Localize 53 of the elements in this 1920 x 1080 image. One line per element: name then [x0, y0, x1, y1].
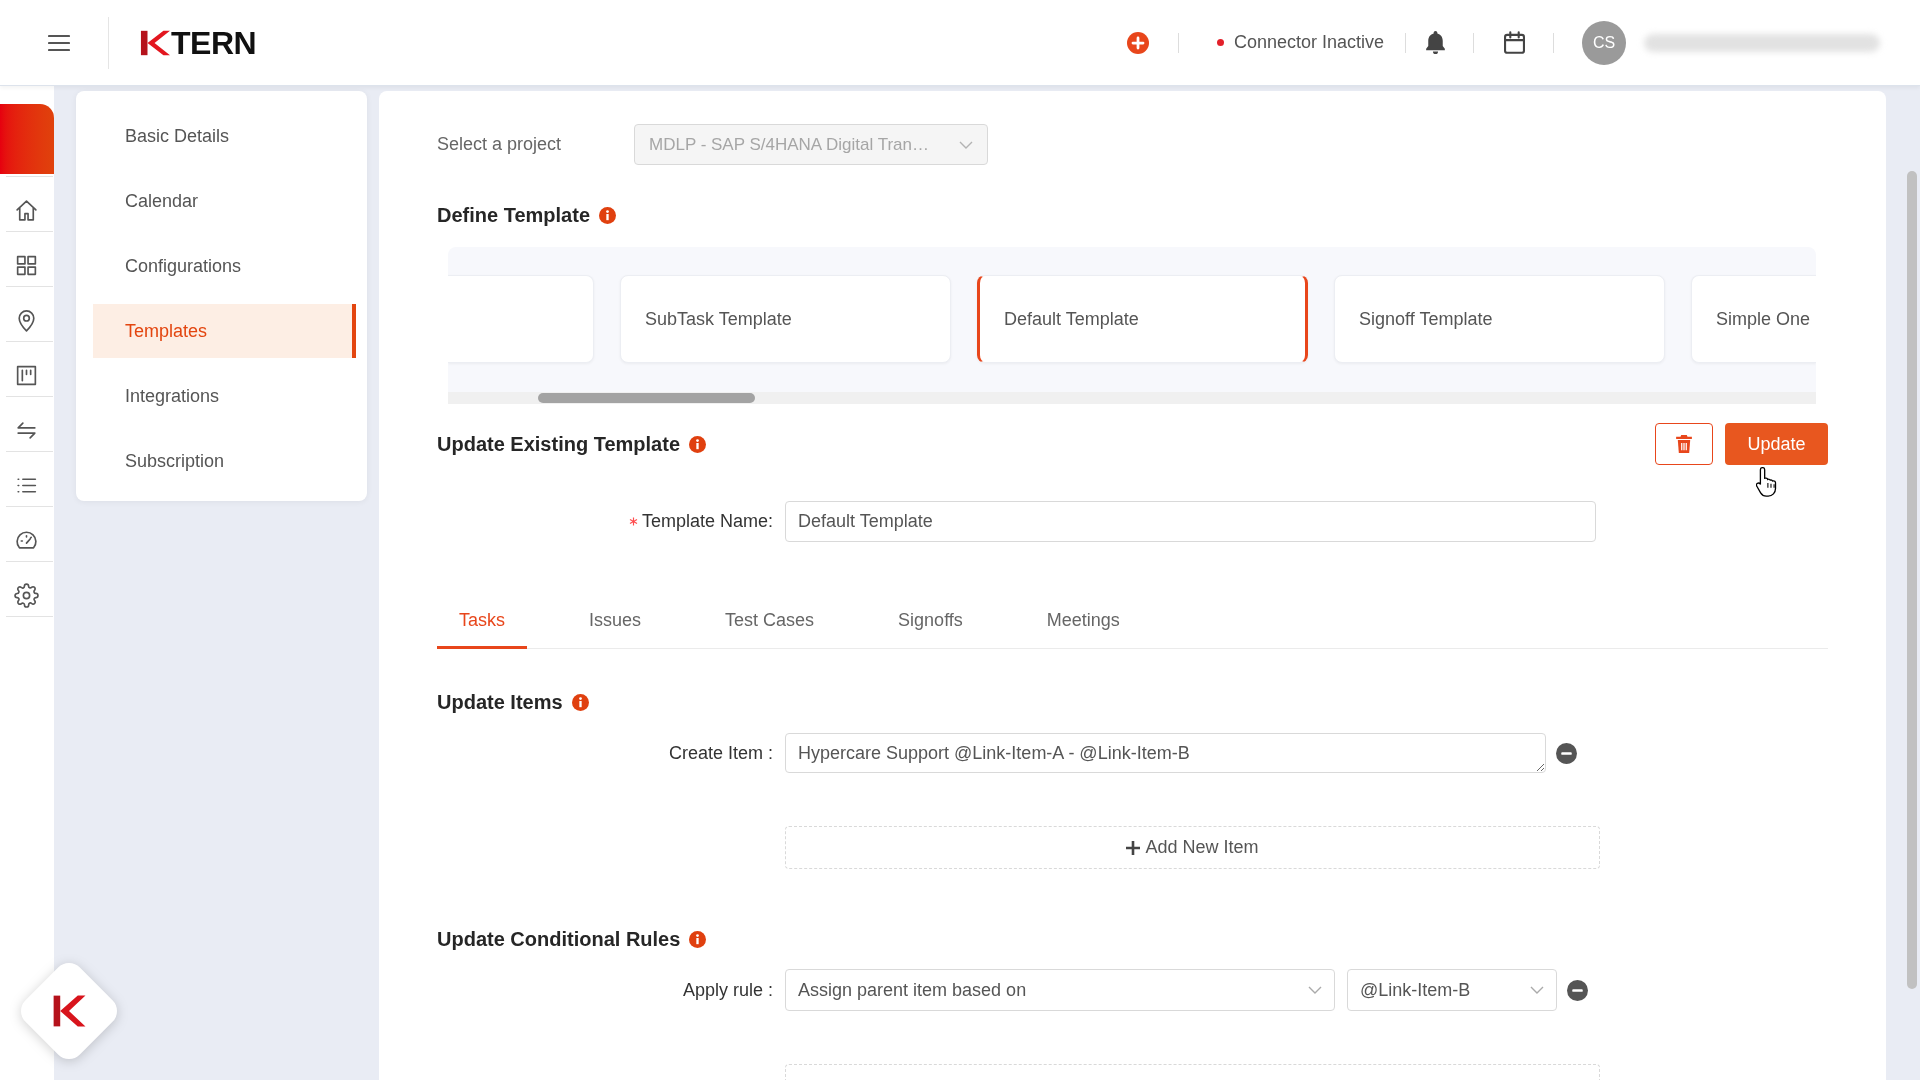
template-name-input[interactable]: Default Template — [785, 501, 1596, 542]
home-icon[interactable] — [14, 197, 39, 223]
info-icon[interactable] — [571, 693, 589, 711]
tab[interactable]: Issues — [567, 592, 664, 649]
info-icon[interactable] — [599, 206, 616, 224]
plus-icon — [1126, 840, 1141, 855]
page-scrollbar-thumb[interactable] — [1907, 171, 1917, 989]
create-item-field[interactable]: Hypercare Support @Link-Item-A - @Link-Item-B — [785, 733, 1546, 773]
logo-icon — [53, 995, 86, 1027]
template-card[interactable]: Signoff Template — [1334, 275, 1665, 363]
settings-menu-item[interactable]: Subscription — [93, 434, 356, 488]
settings-menu-item[interactable]: Basic Details — [93, 109, 356, 163]
apply-rule-label: Apply rule : — [682, 978, 773, 1002]
rule-select[interactable]: Assign parent item based on — [785, 969, 1335, 1011]
create-item-label: Create Item : — [668, 741, 773, 765]
logo-text: TERN — [171, 26, 257, 59]
connector-status-text: Connector Inactive — [1233, 31, 1384, 54]
link-item-select[interactable]: @Link-Item-B — [1347, 969, 1557, 1011]
template-card[interactable]: Default Template — [977, 275, 1308, 363]
section-heading: Update Existing Template — [437, 432, 680, 457]
calendar-icon[interactable] — [1504, 31, 1525, 54]
tab[interactable]: Signoffs — [876, 592, 985, 649]
scrollbar-thumb[interactable] — [538, 393, 755, 403]
bell-icon[interactable] — [1426, 31, 1445, 54]
settings-menu-item[interactable]: Configurations — [93, 239, 356, 293]
settings-icon[interactable] — [14, 582, 39, 608]
remove-icon[interactable] — [1556, 742, 1577, 764]
template-card[interactable]: SubTask Template — [620, 275, 951, 363]
hand-cursor-icon — [1756, 467, 1778, 497]
select-project-label: Select a project — [437, 133, 563, 156]
info-icon[interactable] — [689, 930, 707, 948]
remove-icon[interactable] — [1567, 979, 1588, 1001]
section-heading: Update Items — [437, 690, 563, 715]
settings-menu-item[interactable]: Integrations — [93, 369, 356, 423]
menu-icon[interactable] — [48, 33, 70, 52]
delete-button[interactable] — [1655, 423, 1713, 465]
tab[interactable]: Meetings — [1024, 592, 1142, 649]
settings-menu-item[interactable]: Calendar — [93, 174, 356, 228]
settings-menu-item[interactable]: Templates — [93, 304, 356, 358]
tab[interactable]: Tasks — [437, 592, 527, 649]
template-name-label: Template Name: — [641, 510, 773, 533]
chevron-down-icon — [1308, 986, 1322, 994]
section-heading: Update Conditional Rules — [437, 927, 681, 952]
chevron-down-icon — [1530, 986, 1544, 994]
trash-icon — [1676, 435, 1692, 453]
section-heading: Define Template — [437, 203, 590, 228]
template-card[interactable]: Simple One — [1691, 275, 1816, 363]
info-icon[interactable] — [689, 435, 706, 453]
add-icon[interactable] — [1126, 31, 1149, 54]
add-new-item-button[interactable]: Add New Item — [785, 826, 1600, 869]
update-button[interactable]: Update — [1725, 423, 1828, 465]
chevron-down-icon — [959, 140, 973, 149]
tab[interactable]: Test Cases — [703, 592, 837, 649]
